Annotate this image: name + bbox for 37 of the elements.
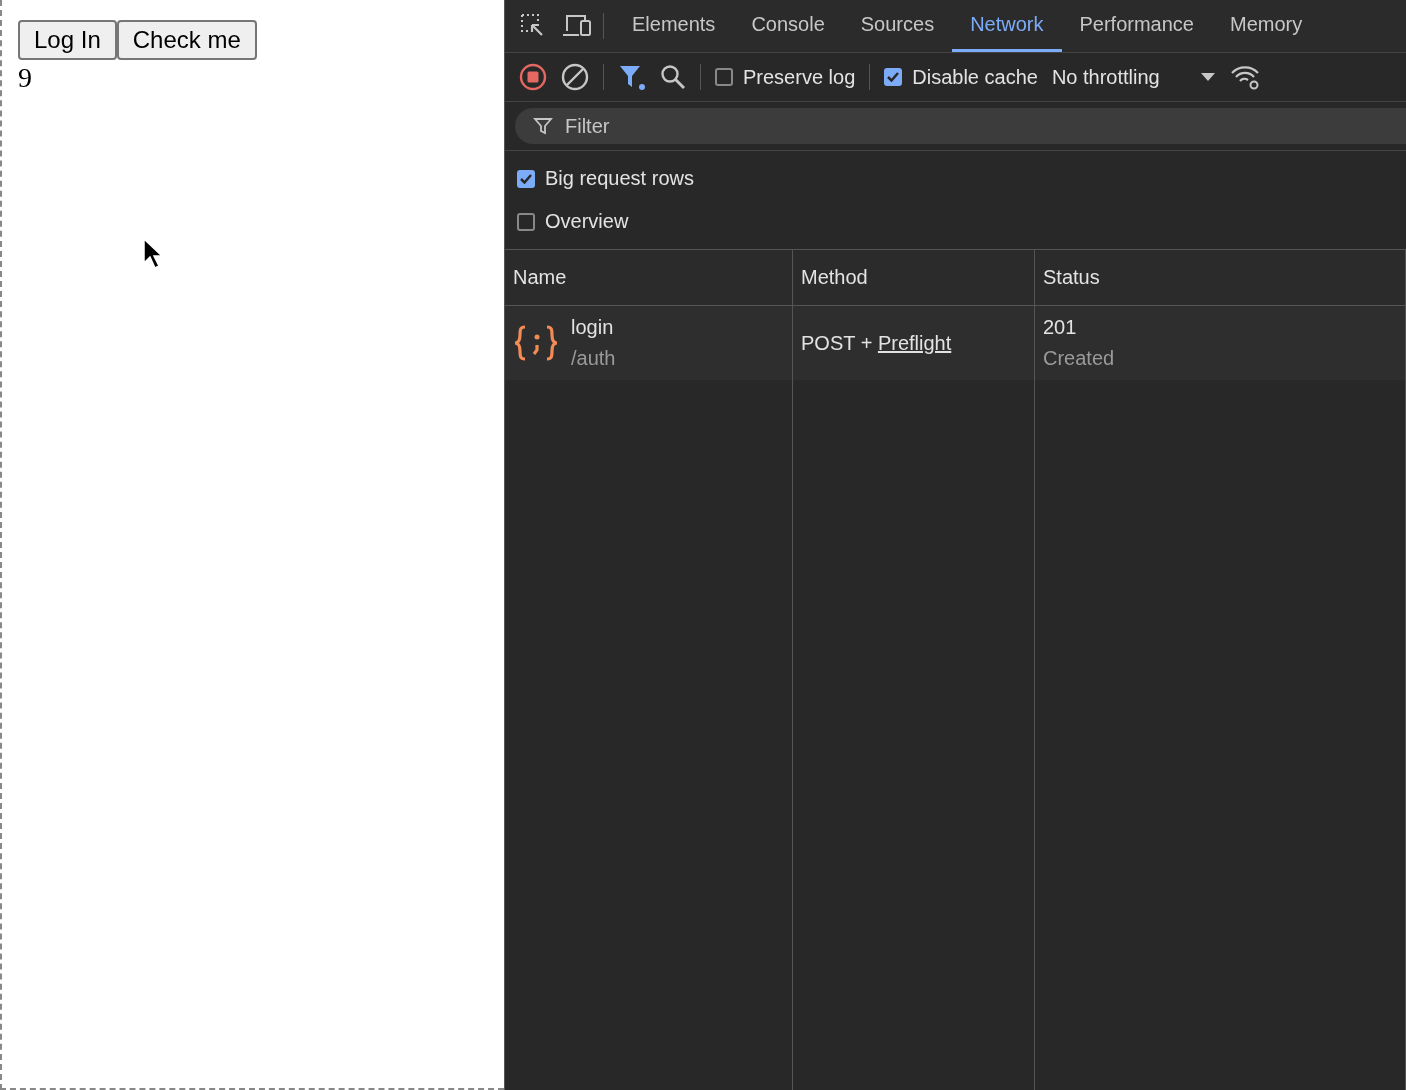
- record-icon[interactable]: [519, 63, 547, 91]
- status-code: 201: [1043, 316, 1077, 339]
- name-cell[interactable]: login /auth: [505, 306, 793, 380]
- devtools-tab[interactable]: Memory: [1212, 0, 1321, 52]
- network-conditions-icon[interactable]: [1229, 64, 1262, 90]
- devtools-tab[interactable]: Network: [952, 0, 1062, 52]
- checkbox[interactable]: [884, 68, 903, 86]
- method-cell: POST + Preflight: [793, 306, 1035, 380]
- filter-icon[interactable]: [618, 63, 646, 91]
- request-path: /auth: [571, 347, 616, 370]
- devtools-tab[interactable]: Performance: [1061, 0, 1212, 52]
- option-label: Overview: [545, 210, 629, 233]
- devtools-tab[interactable]: Console: [733, 0, 843, 52]
- devtools-tab[interactable]: Sources: [842, 0, 953, 52]
- checkbox-label: Preserve log: [743, 65, 856, 89]
- devtools-tab[interactable]: Elements: [614, 0, 734, 52]
- checkbox[interactable]: [715, 68, 733, 86]
- checkbox[interactable]: [517, 212, 535, 231]
- filter-field[interactable]: Filter: [515, 108, 1406, 144]
- page-button[interactable]: Log In: [18, 20, 117, 60]
- column-header[interactable]: Status: [1035, 250, 1406, 306]
- option-label: Big request rows: [545, 167, 694, 190]
- throttling-dropdown[interactable]: No throttling: [1051, 65, 1216, 89]
- braces-icon: [513, 324, 559, 362]
- device-toolbar-icon[interactable]: [561, 13, 593, 39]
- preflight-link[interactable]: Preflight: [877, 331, 952, 355]
- page-button[interactable]: Check me: [116, 20, 257, 60]
- counter-text: 9: [18, 62, 33, 94]
- checkbox-label: Disable cache: [912, 65, 1038, 89]
- search-icon[interactable]: [660, 64, 686, 90]
- request-name: login: [571, 316, 615, 339]
- caret-icon: [1199, 72, 1216, 82]
- column-header[interactable]: Method: [793, 250, 1035, 306]
- status-text: Created: [1043, 347, 1115, 370]
- checkbox[interactable]: [517, 169, 535, 188]
- column-header[interactable]: Name: [505, 250, 793, 306]
- clear-icon[interactable]: [561, 63, 589, 91]
